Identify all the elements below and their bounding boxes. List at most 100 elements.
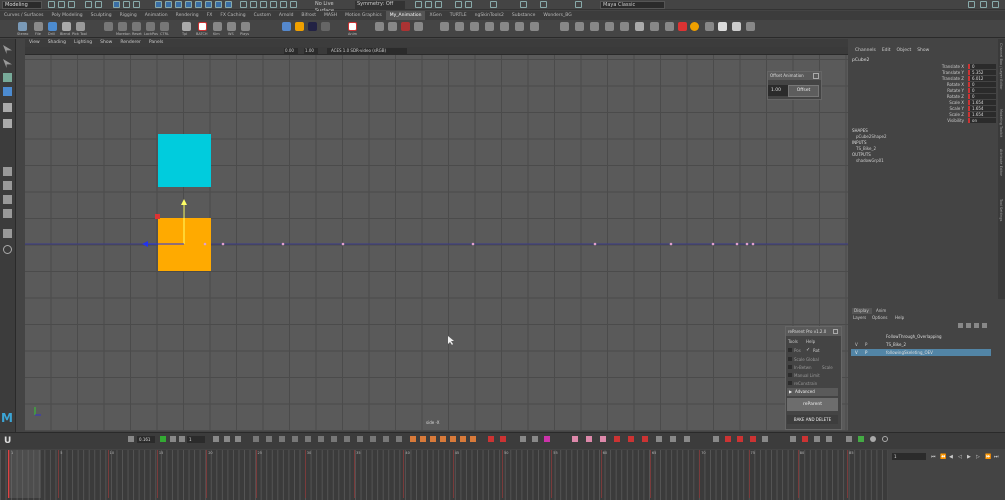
tool-icon[interactable]	[750, 436, 756, 442]
attribute-value-field[interactable]: 6.012	[968, 76, 996, 81]
shelf-tab[interactable]: Arnold	[275, 11, 298, 20]
scale-global-checkbox[interactable]	[788, 357, 792, 361]
layout-outliner-icon[interactable]	[3, 209, 12, 218]
step-back-frame-icon[interactable]: ◀	[949, 454, 954, 460]
snap-surface-icon[interactable]	[280, 1, 287, 8]
menu-view[interactable]: View	[25, 39, 44, 47]
new-layer-selected-icon[interactable]	[982, 323, 987, 328]
tool-icon[interactable]	[670, 436, 676, 442]
character-icon[interactable]	[282, 22, 291, 31]
visibility-toggle[interactable]: V	[855, 350, 858, 355]
attribute-value-field[interactable]: 1.654	[968, 100, 996, 105]
menu-channels[interactable]: Channels	[852, 48, 879, 53]
menu-show[interactable]: Show	[914, 48, 932, 53]
layer-row-selected[interactable]: followingSkeleting_OEV	[851, 349, 991, 356]
lasso-tool-icon[interactable]	[3, 59, 12, 68]
selection-mask-icon[interactable]	[225, 1, 232, 8]
key-icon[interactable]	[179, 436, 185, 442]
user-icon[interactable]	[968, 1, 975, 8]
shelf-tab[interactable]: Rigging	[116, 11, 141, 20]
layout-single-icon[interactable]	[3, 167, 12, 176]
move-tool-icon[interactable]	[3, 87, 12, 96]
pos-checkbox[interactable]	[788, 348, 792, 352]
menu-options[interactable]: Options	[872, 315, 887, 320]
ipr-icon[interactable]	[425, 1, 432, 8]
step-forward-key-icon[interactable]: ⏩	[985, 454, 991, 460]
workspace-toggle-icon[interactable]	[992, 1, 999, 8]
input-field-icon[interactable]	[490, 1, 497, 8]
symmetry-dropdown[interactable]: Symmetry: Off	[355, 1, 405, 9]
tool-icon[interactable]	[388, 22, 397, 31]
tool-icon[interactable]	[500, 436, 506, 442]
move-manip-z-arrow[interactable]	[142, 241, 148, 247]
attribute-value-field[interactable]: on	[968, 118, 996, 123]
tool-icon[interactable]	[532, 436, 538, 442]
curve-tool-icon[interactable]	[440, 436, 446, 442]
current-time-field[interactable]: 0.161	[137, 436, 155, 443]
scale-tool-icon[interactable]	[3, 119, 12, 128]
redo-icon[interactable]	[95, 1, 102, 8]
reparent-menu-help[interactable]: Help	[806, 339, 815, 344]
shelf-tab[interactable]: FX Caching	[216, 11, 249, 20]
attribute-value-field[interactable]: 0	[968, 94, 996, 99]
open-scene-icon[interactable]	[58, 1, 65, 8]
shelf-tab[interactable]: Wonders_BG	[539, 11, 575, 20]
render-view-icon[interactable]	[465, 1, 472, 8]
reparent-button[interactable]: reParent	[787, 398, 838, 411]
curve-tool-icon[interactable]	[420, 436, 426, 442]
tool-icon[interactable]	[620, 22, 629, 31]
shelf-tab[interactable]: FX	[203, 11, 217, 20]
shelf-tab[interactable]: Sculpting	[87, 11, 116, 20]
gamma-field[interactable]: 1.00	[304, 48, 318, 54]
tab-display[interactable]: Display	[852, 308, 872, 314]
magnet-icon[interactable]	[375, 22, 384, 31]
reconstrain-checkbox[interactable]	[788, 381, 792, 385]
tool-icon[interactable]	[628, 436, 634, 442]
snap-view-icon[interactable]	[270, 1, 277, 8]
manual-limit-checkbox[interactable]	[788, 373, 792, 377]
plays-icon[interactable]	[241, 22, 250, 31]
tool-icon[interactable]	[870, 436, 876, 442]
key-icon[interactable]	[104, 22, 113, 31]
batch-icon[interactable]	[198, 22, 207, 31]
tool-icon[interactable]	[575, 22, 584, 31]
workspace-dropdown[interactable]: Maya Classic	[600, 1, 665, 9]
input-field-icon[interactable]	[520, 1, 527, 8]
playback-toggle[interactable]: P	[865, 342, 867, 347]
attribute-value-field[interactable]: 0	[968, 88, 996, 93]
orange-sphere-icon[interactable]	[690, 22, 699, 31]
tool-icon[interactable]	[590, 22, 599, 31]
tool-icon[interactable]	[383, 436, 389, 442]
step-back-key-icon[interactable]: ⏪	[940, 454, 946, 460]
menu-help[interactable]: Help	[895, 315, 904, 320]
tool-icon[interactable]	[826, 436, 832, 442]
tool-icon[interactable]	[292, 436, 298, 442]
folder-icon[interactable]	[295, 22, 304, 31]
reset-icon[interactable]	[132, 22, 141, 31]
layout-four-icon[interactable]	[3, 181, 12, 190]
tool-icon[interactable]	[605, 22, 614, 31]
go-to-start-icon[interactable]: ⏮	[931, 454, 936, 460]
selection-mask-icon[interactable]	[175, 1, 182, 8]
select-hierarchy-icon[interactable]	[113, 1, 120, 8]
tool-icon[interactable]	[705, 22, 714, 31]
new-layer-icon[interactable]	[974, 323, 979, 328]
tool-icon[interactable]	[802, 436, 808, 442]
search-icon[interactable]	[3, 245, 12, 254]
heart-icon[interactable]	[858, 436, 864, 442]
tool-icon[interactable]	[500, 22, 509, 31]
pick-tool-icon[interactable]	[76, 22, 85, 31]
tool-icon[interactable]	[455, 22, 464, 31]
layer-row[interactable]: FollowThrough_Overlapping	[851, 333, 991, 340]
ease-icon[interactable]	[118, 22, 127, 31]
inbetween-checkbox[interactable]	[788, 365, 792, 369]
add-key-icon[interactable]	[160, 436, 166, 442]
save-scene-icon[interactable]	[68, 1, 75, 8]
shelf-tab[interactable]: Poly Modeling	[48, 11, 87, 20]
tool-icon[interactable]	[650, 22, 659, 31]
tab-anim[interactable]: Anim	[876, 308, 886, 314]
input-field-icon[interactable]	[540, 1, 547, 8]
undo-icon[interactable]	[85, 1, 92, 8]
tool-icon[interactable]	[414, 22, 423, 31]
attribute-value-field[interactable]: 0	[968, 82, 996, 87]
